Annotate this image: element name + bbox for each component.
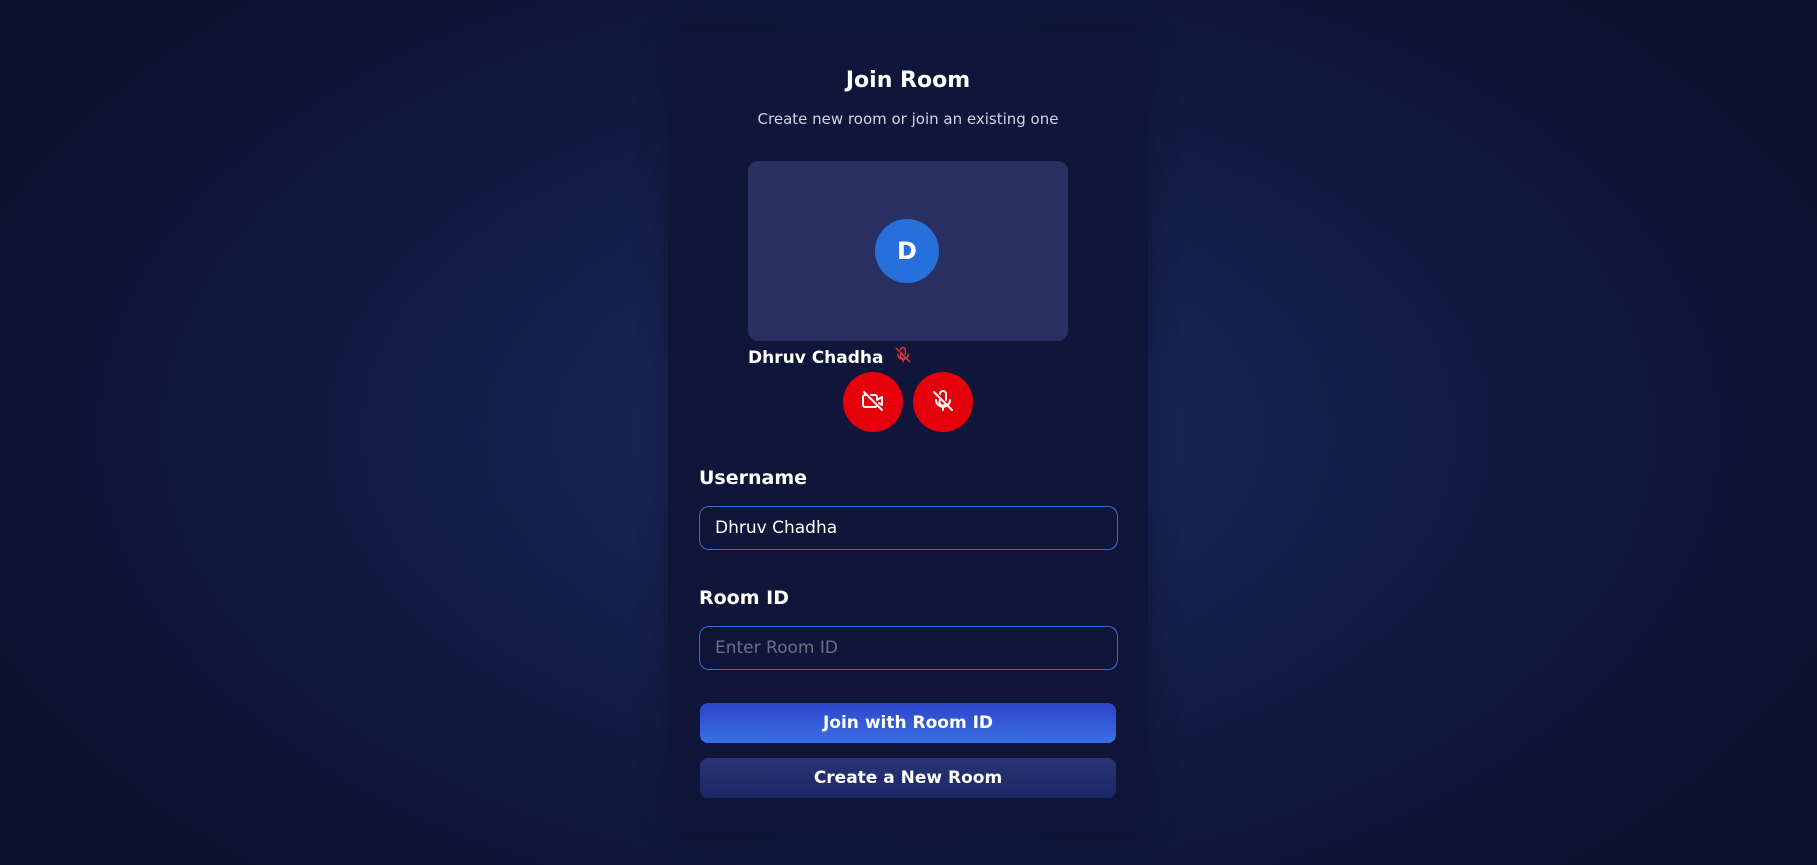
mic-off-icon xyxy=(931,389,955,416)
video-preview: D xyxy=(748,161,1068,341)
join-room-card: Join Room Create new room or join an exi… xyxy=(668,34,1148,830)
toggle-camera-button[interactable] xyxy=(843,372,903,432)
username-label: Username xyxy=(699,467,808,489)
room-id-input[interactable] xyxy=(699,626,1118,670)
page-title: Join Room xyxy=(845,68,971,93)
join-with-room-id-button[interactable]: Join with Room ID xyxy=(700,703,1116,743)
toggle-mic-button[interactable] xyxy=(913,372,973,432)
page-subtitle: Create new room or join an existing one xyxy=(757,110,1059,128)
participant-name-row: Dhruv Chadha xyxy=(748,346,912,369)
avatar: D xyxy=(875,219,939,283)
participant-name: Dhruv Chadha xyxy=(748,347,884,368)
username-input[interactable] xyxy=(699,506,1118,550)
room-id-label: Room ID xyxy=(699,587,789,609)
video-off-icon xyxy=(861,389,885,416)
mic-off-icon xyxy=(894,346,912,369)
create-new-room-button[interactable]: Create a New Room xyxy=(700,758,1116,798)
